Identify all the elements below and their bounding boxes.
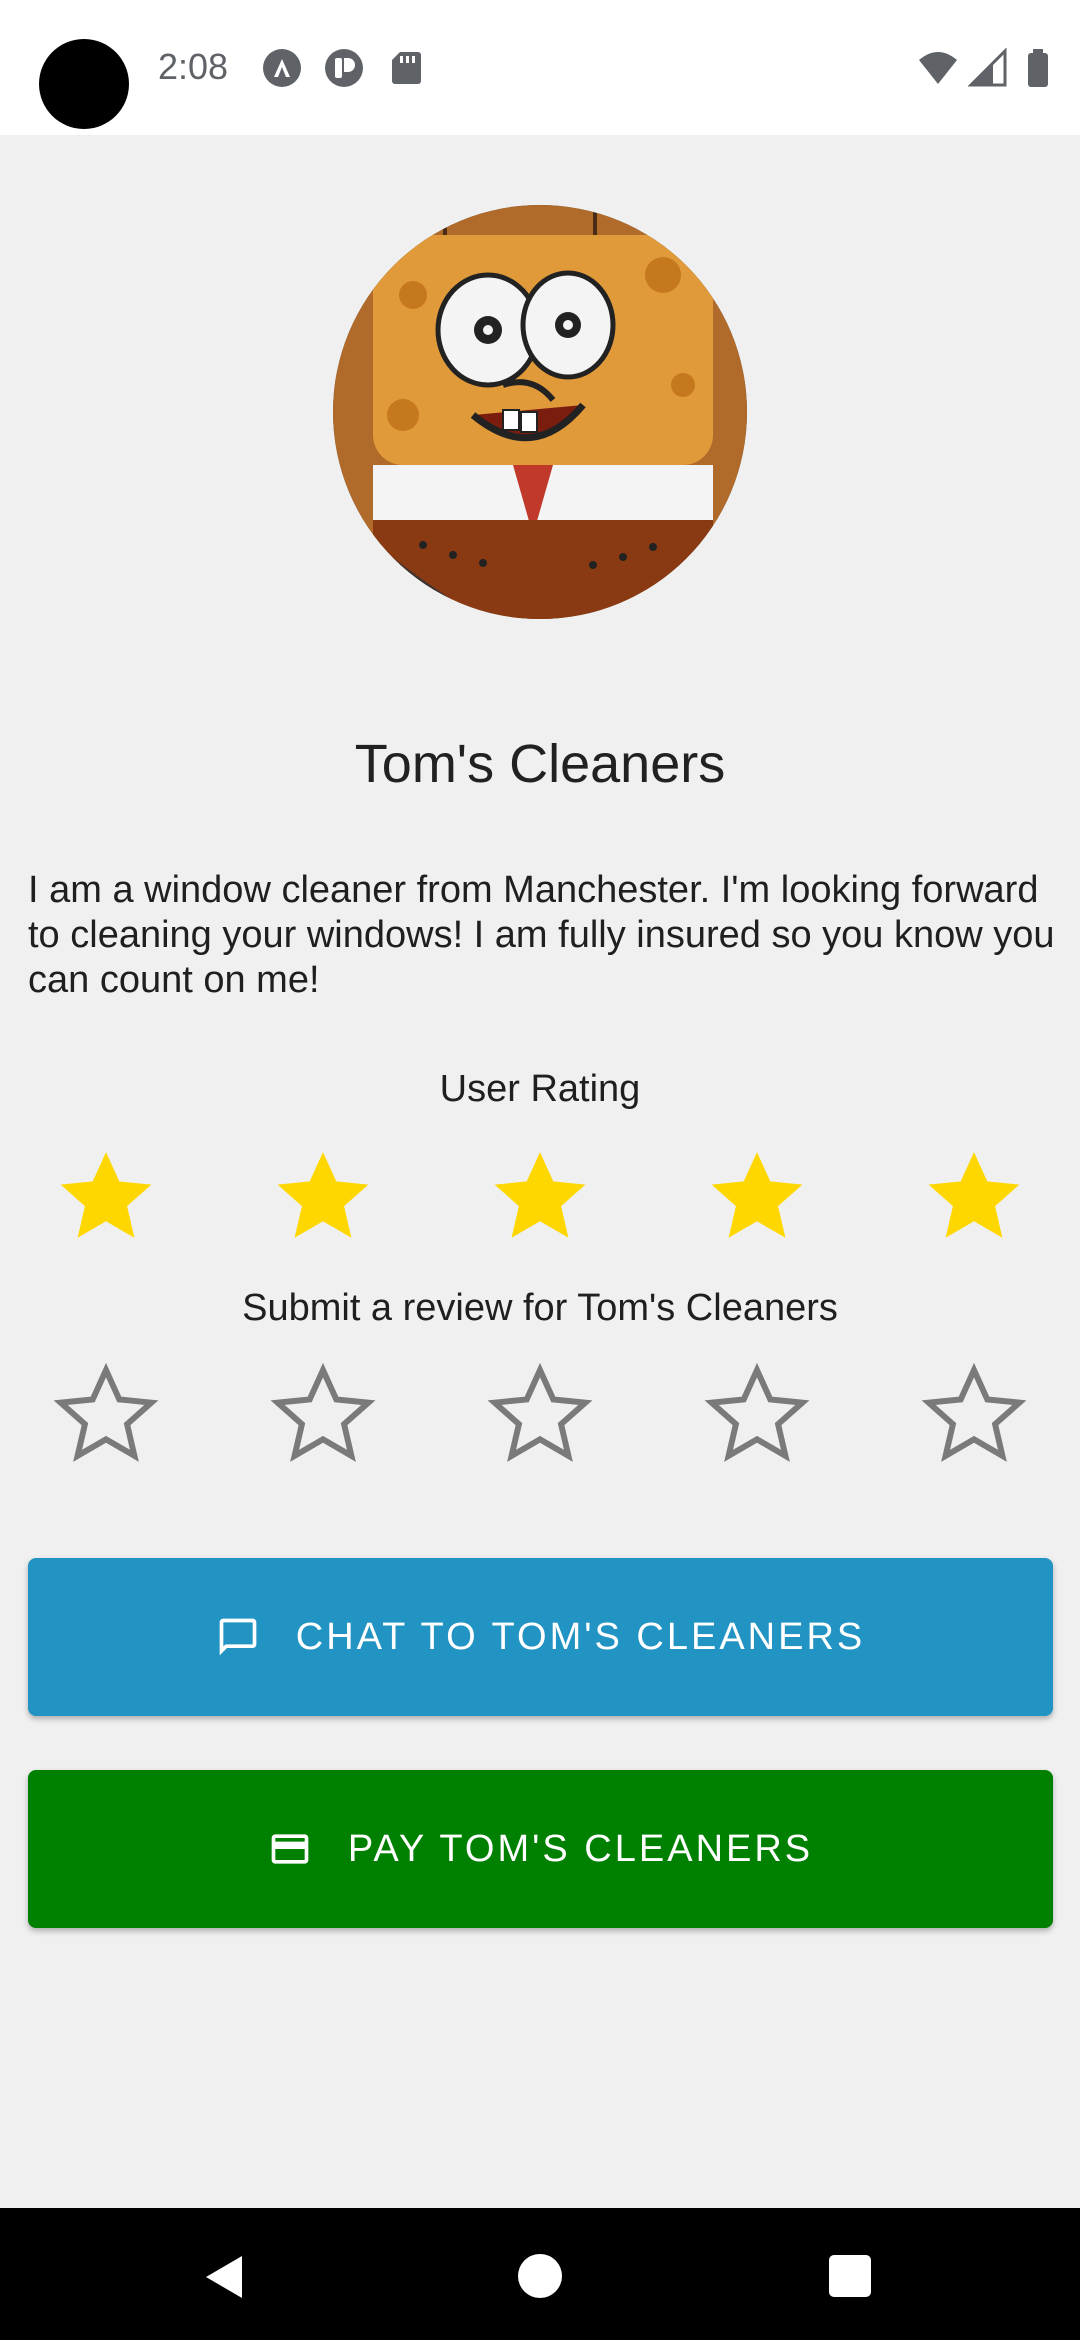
battery-icon (1028, 49, 1048, 87)
back-icon[interactable] (200, 2252, 250, 2302)
user-rating-label: User Rating (439, 1068, 641, 1110)
status-icons-right (918, 48, 1058, 88)
business-name: Tom's Cleaners (354, 734, 726, 794)
sd-card-icon (392, 52, 421, 84)
user-rating-stars (0, 1142, 1080, 1252)
empty-star-icon[interactable] (51, 1360, 161, 1470)
empty-star-icon[interactable] (268, 1360, 378, 1470)
submit-review-label: Submit a review for Tom's Cleaners (242, 1287, 838, 1329)
filled-star-icon (51, 1142, 161, 1252)
filled-star-icon (702, 1142, 812, 1252)
home-icon[interactable] (518, 2254, 562, 2298)
status-bar: 2:08 (0, 0, 1080, 135)
filled-star-icon (485, 1142, 595, 1252)
status-time: 2:08 (158, 46, 229, 87)
filled-star-icon (268, 1142, 378, 1252)
credit-card-icon (271, 1834, 309, 1864)
profile-avatar (333, 205, 747, 619)
a-notification-icon (263, 49, 301, 87)
profile-avatar-image (333, 205, 747, 619)
pay-button[interactable]: PAY TOM'S CLEANERS (28, 1770, 1053, 1928)
chat-button[interactable]: CHAT TO TOM'S CLEANERS (28, 1558, 1053, 1716)
recents-icon[interactable] (829, 2255, 871, 2297)
wifi-icon (919, 52, 957, 84)
camera-cutout (39, 39, 129, 129)
chat-button-label: CHAT TO TOM'S CLEANERS (295, 1615, 866, 1658)
pay-button-label: PAY TOM'S CLEANERS (347, 1827, 814, 1870)
chat-bubble-icon (219, 1618, 257, 1656)
empty-star-icon[interactable] (919, 1360, 1029, 1470)
filled-star-icon (919, 1142, 1029, 1252)
p-notification-icon (325, 49, 363, 87)
empty-star-icon[interactable] (702, 1360, 812, 1470)
system-nav-bar (0, 2208, 1080, 2340)
review-stars-input[interactable] (0, 1360, 1080, 1470)
status-icons-left (262, 48, 426, 88)
empty-star-icon[interactable] (485, 1360, 595, 1470)
cell-signal-icon (968, 48, 1007, 87)
business-description: I am a window cleaner from Manchester. I… (28, 869, 1055, 1001)
